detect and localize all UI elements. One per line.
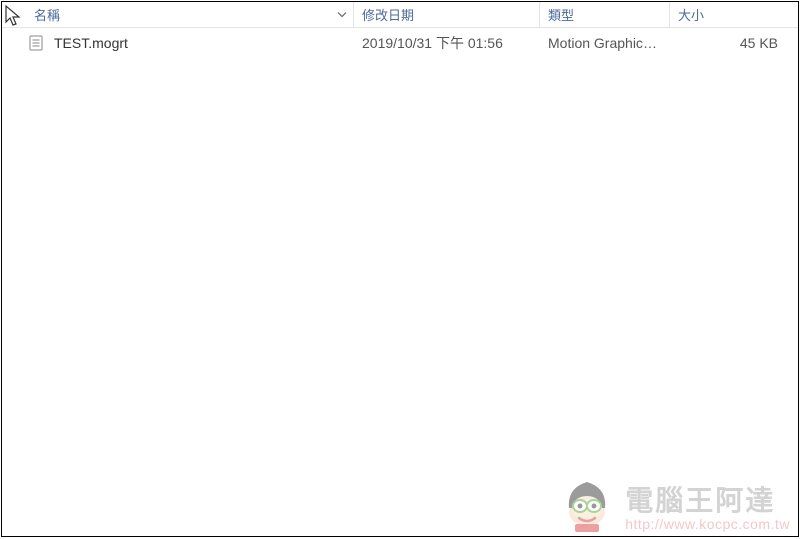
file-size-cell: 45 KB: [670, 35, 798, 51]
column-header-type[interactable]: 類型: [540, 2, 670, 27]
file-date-cell: 2019/10/31 下午 01:56: [354, 33, 540, 53]
file-icon: [28, 35, 44, 51]
watermark-cartoon-icon: [555, 468, 619, 532]
file-name-label: TEST.mogrt: [54, 35, 128, 51]
column-header-name[interactable]: 名稱: [2, 2, 354, 27]
cursor-icon: [4, 4, 22, 31]
column-header-type-label: 類型: [548, 5, 574, 24]
column-header-date-label: 修改日期: [362, 5, 414, 24]
column-header-size[interactable]: 大小: [670, 2, 798, 27]
file-row[interactable]: TEST.mogrt 2019/10/31 下午 01:56 Motion Gr…: [2, 28, 798, 58]
column-header-date[interactable]: 修改日期: [354, 2, 540, 27]
file-type-cell: Motion Graphics ...: [540, 35, 670, 51]
file-name-cell: TEST.mogrt: [2, 35, 354, 51]
column-header-row: 名稱 修改日期 類型 大小: [2, 2, 798, 28]
column-header-name-label: 名稱: [34, 5, 60, 24]
watermark-url: http://www.kocpc.com.tw: [625, 517, 790, 532]
watermark-title: 電腦王阿達: [625, 486, 775, 517]
column-header-size-label: 大小: [678, 5, 704, 24]
chevron-down-icon[interactable]: [337, 9, 347, 20]
watermark: 電腦王阿達 http://www.kocpc.com.tw: [555, 468, 790, 532]
